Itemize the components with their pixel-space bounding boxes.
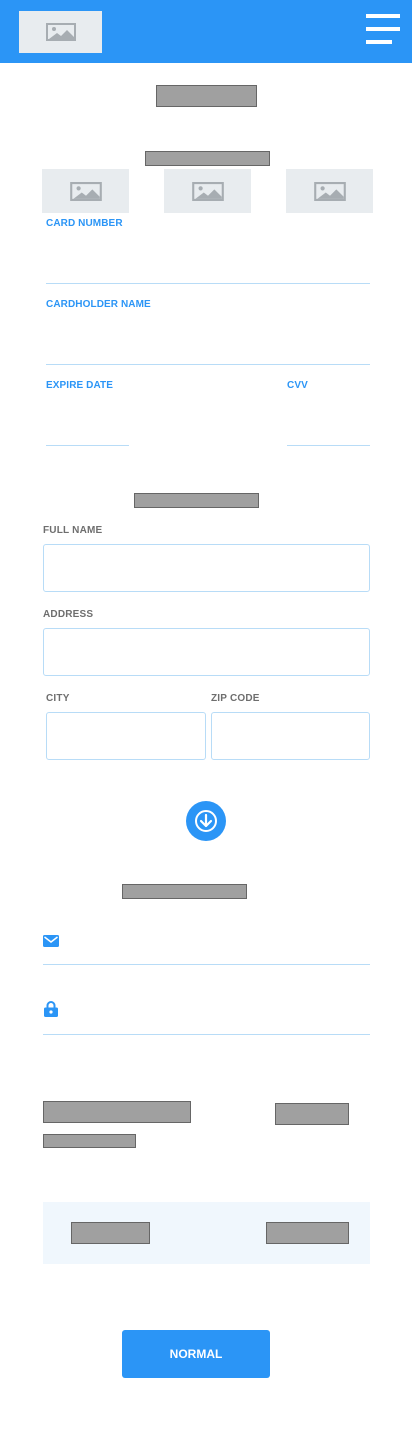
image-placeholder-icon xyxy=(69,181,102,201)
expire-date-field[interactable] xyxy=(46,445,129,446)
cardholder-name-label: CARDHOLDER NAME xyxy=(46,299,151,310)
full-name-label: FULL NAME xyxy=(43,525,103,536)
password-field[interactable] xyxy=(43,1034,370,1035)
full-name-input[interactable] xyxy=(43,544,370,592)
image-placeholder-icon xyxy=(313,181,346,201)
hamburger-menu-icon[interactable] xyxy=(366,14,400,46)
address-section-heading-placeholder xyxy=(134,493,259,508)
image-placeholder-icon xyxy=(191,181,224,201)
primary-button[interactable]: NORMAL xyxy=(122,1330,270,1378)
page-title-placeholder xyxy=(156,85,257,107)
login-section-heading-placeholder xyxy=(122,884,247,899)
card-logo-1[interactable] xyxy=(42,169,129,213)
address-input[interactable] xyxy=(43,628,370,676)
cardholder-name-field[interactable] xyxy=(46,364,370,365)
logo-image-placeholder[interactable] xyxy=(19,11,102,53)
city-input[interactable] xyxy=(46,712,206,760)
text-placeholder-large xyxy=(43,1101,191,1123)
cvv-label: CVV xyxy=(287,380,308,391)
zip-code-input[interactable] xyxy=(211,712,370,760)
envelope-icon xyxy=(43,934,59,947)
zip-code-label: ZIP CODE xyxy=(211,693,260,704)
address-label: ADDRESS xyxy=(43,609,94,620)
card-logo-3[interactable] xyxy=(286,169,373,213)
card-number-field[interactable] xyxy=(46,283,370,284)
arrow-down-icon xyxy=(195,810,217,832)
card-section-heading-placeholder xyxy=(145,151,270,166)
lock-icon xyxy=(44,1001,58,1017)
scroll-down-button[interactable] xyxy=(186,801,226,841)
city-label: CITY xyxy=(46,693,70,704)
image-placeholder-icon xyxy=(45,23,76,41)
panel-option-right-placeholder[interactable] xyxy=(266,1222,349,1244)
expire-date-label: EXPIRE DATE xyxy=(46,380,114,391)
panel-option-left-placeholder[interactable] xyxy=(71,1222,150,1244)
cvv-field[interactable] xyxy=(287,445,370,446)
card-logo-2[interactable] xyxy=(164,169,251,213)
card-number-label: CARD NUMBER xyxy=(46,218,123,229)
email-field[interactable] xyxy=(43,964,370,965)
link-placeholder[interactable] xyxy=(275,1103,349,1125)
text-placeholder-small xyxy=(43,1134,136,1148)
